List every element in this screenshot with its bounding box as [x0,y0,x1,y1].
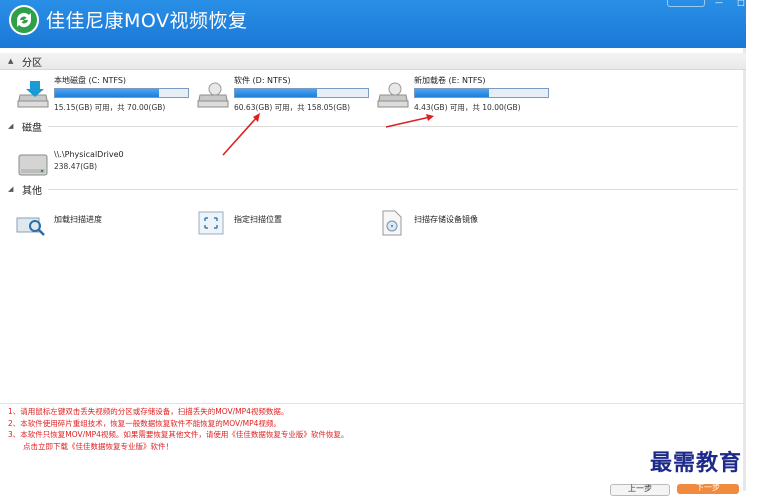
usage-fill [415,89,490,97]
scan-location-icon [198,211,224,235]
load-progress-icon [16,217,45,236]
annotation-arrow [385,114,434,128]
instruction-line: 1、请用鼠标左键双击丢失视频的分区或存储设备，扫描丢失的MOV/MP4视频数据。 [8,407,289,416]
usage-fill [55,89,159,97]
instruction-line: 3、本软件只恢复MOV/MP4视频。如果需要恢复其他文件，请使用《佳佳数据恢复专… [8,430,349,439]
physical-disk-icon [18,154,48,176]
close-button[interactable]: ✕ [755,0,771,7]
tool-load-progress[interactable]: 加载扫描进度 [16,210,102,236]
disk-image-icon [382,210,402,236]
download-link[interactable]: 点击立即下载《佳佳数据恢复专业版》软件！ [8,441,348,453]
collapse-triangle-icon[interactable]: ◢ [8,122,18,130]
collapse-triangle-icon[interactable]: ◢ [8,185,18,193]
tool-label: 指定扫描位置 [234,214,282,224]
section-partition[interactable]: ▲ 分区 [0,53,746,70]
hard-drive-icon [377,82,409,108]
instruction-line: 2、本软件使用碎片重组技术，恢复一般数据恢复软件不能恢复的MOV/MP4视频。 [8,418,281,428]
divider [48,188,738,190]
hard-drive-icon [197,82,229,108]
prev-button[interactable]: 上一步 [610,484,670,496]
tool-label: 扫描存储设备镜像 [414,214,478,224]
tool-label: 加载扫描进度 [54,214,102,224]
tool-scan-location[interactable]: 指定扫描位置 [196,210,282,236]
title-bar: 佳佳尼康MOV视频恢复 [0,0,746,48]
annotation-arrow [222,113,260,156]
main-content: ▲ 分区 本地磁盘 (C: NTFS) 15.15(GB) 可用，共 70.00… [0,48,746,403]
menu-button[interactable] [667,0,705,7]
app-logo-icon [9,5,39,35]
partition-name: 软件 (D: NTFS) [234,76,291,85]
section-disk[interactable]: ◢ 磁盘 [0,118,746,134]
usage-bar [414,88,549,98]
usage-fill [235,89,318,97]
usage-bar [234,88,369,98]
partition-size: 15.15(GB) 可用，共 70.00(GB) [54,103,166,112]
watermark: 最需教育 [650,450,743,476]
section-label: 分区 [22,57,42,69]
section-label: 其他 [22,185,42,197]
disk-size: 238.47(GB) [54,162,98,171]
section-other[interactable]: ◢ 其他 [0,181,746,197]
tool-disk-image[interactable]: 扫描存储设备镜像 [376,210,478,236]
disk-name: \\.\PhysicalDrive0 [54,150,124,159]
minimize-button[interactable]: — [711,0,727,7]
partition-name: 本地磁盘 (C: NTFS) [54,76,127,85]
partition-name: 新加载卷 (E: NTFS) [414,76,486,85]
instructions: 1、请用鼠标左键双击丢失视频的分区或存储设备，扫描丢失的MOV/MP4视频数据。… [8,406,348,452]
app-title: 佳佳尼康MOV视频恢复 [46,10,248,32]
next-button[interactable]: 下一步 [677,484,739,494]
window-controls: — □ ✕ [667,0,771,8]
maximize-button[interactable]: □ [733,0,749,7]
section-label: 磁盘 [22,122,42,134]
collapse-triangle-icon[interactable]: ▲ [8,57,18,65]
usage-bar [54,88,189,98]
hard-drive-icon [17,81,49,108]
footer-divider [0,403,746,404]
